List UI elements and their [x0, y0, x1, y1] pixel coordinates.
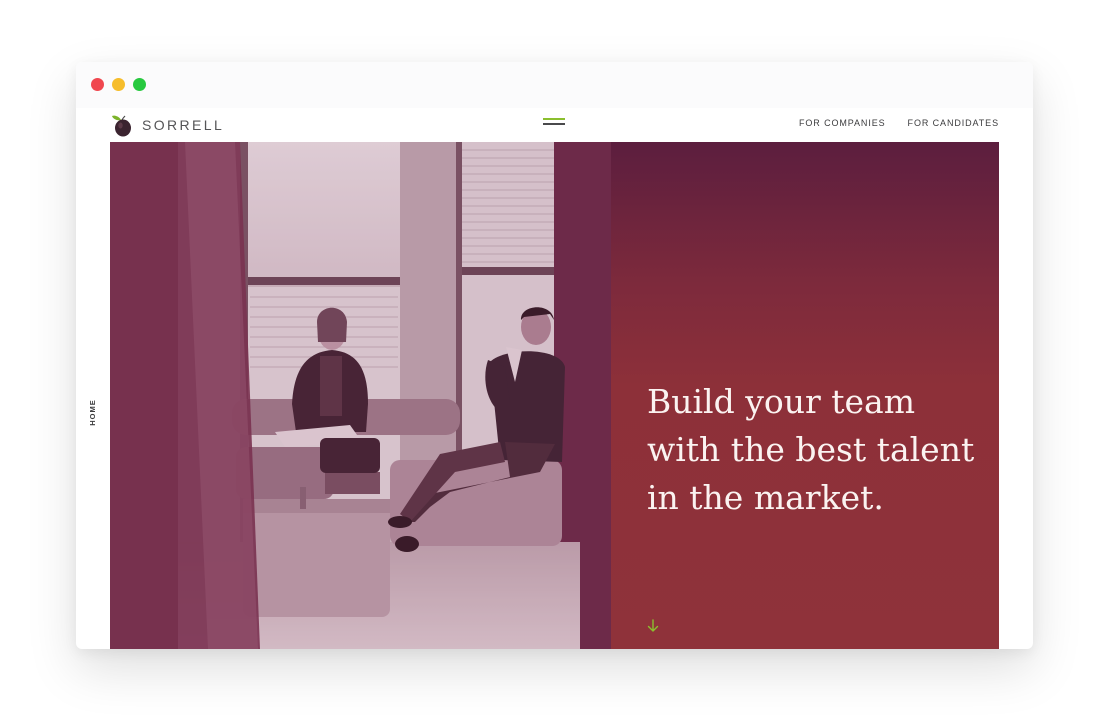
hero-headline: Build your team with the best talent in … — [647, 382, 975, 517]
close-window-button[interactable] — [91, 78, 104, 91]
hamburger-menu-icon[interactable] — [543, 118, 567, 130]
top-nav: FOR COMPANIES FOR CANDIDATES — [799, 118, 999, 128]
window-titlebar — [76, 62, 1033, 108]
brand-logo[interactable]: SORRELL — [110, 114, 225, 137]
nav-for-companies[interactable]: FOR COMPANIES — [799, 118, 886, 128]
brand-name: SORRELL — [142, 117, 225, 133]
minimize-window-button[interactable] — [112, 78, 125, 91]
side-nav-home-label[interactable]: HOME — [88, 399, 97, 426]
hero-panel: Build your team with the best talent in … — [611, 142, 999, 649]
hero-section: Build your team with the best talent in … — [110, 142, 999, 649]
maximize-window-button[interactable] — [133, 78, 146, 91]
scroll-down-arrow-icon[interactable] — [647, 619, 659, 633]
browser-window: SORRELL FOR COMPANIES FOR CANDIDATES HOM… — [76, 62, 1033, 649]
plum-icon — [112, 115, 131, 137]
office-meeting-photo — [110, 142, 645, 649]
nav-for-candidates[interactable]: FOR CANDIDATES — [908, 118, 999, 128]
side-nav-home[interactable]: HOME — [86, 392, 98, 432]
